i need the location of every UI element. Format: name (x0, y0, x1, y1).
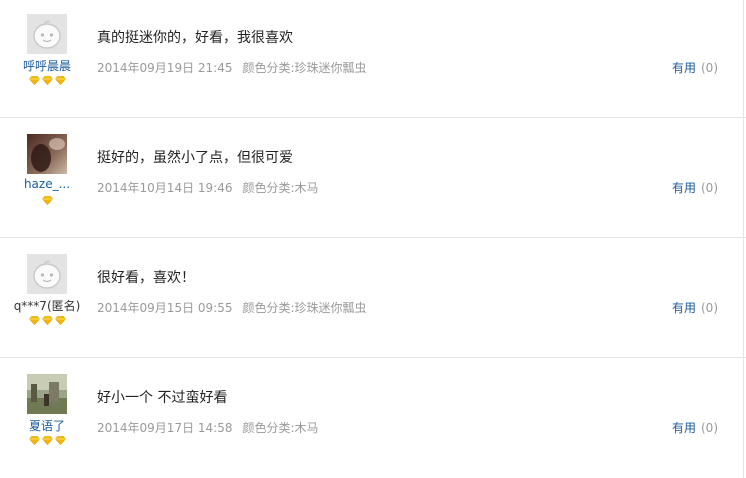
diamond-icon (28, 316, 40, 325)
divider (743, 358, 744, 478)
buyer-rank-badges (0, 196, 94, 208)
review-date: 2014年10月14日 19:46 (97, 181, 233, 195)
buyer-rank-badges (0, 436, 94, 448)
username-link[interactable]: haze_... (0, 177, 94, 191)
buyer-rank-badges (0, 316, 94, 328)
divider (743, 0, 744, 118)
review-text: 很好看，喜欢！ (97, 270, 195, 286)
diamond-icon (28, 76, 40, 85)
diamond-icon (41, 316, 53, 325)
sku-spec: 颜色分类:木马 (242, 181, 319, 195)
review-item: q***7(匿名) 很好看，喜欢！ 2014年09月15日 09:55 颜色分类:珍珠… (0, 238, 746, 358)
diamond-icon (54, 76, 66, 85)
review-text: 真的挺迷你的，好看，我很喜欢 (97, 30, 293, 46)
username-link[interactable]: 夏语了 (0, 417, 94, 434)
diamond-icon (54, 316, 66, 325)
username-link[interactable]: 呼呼晨晨 (0, 57, 94, 74)
review-item: 呼呼晨晨 真的挺迷你的，好看，我很喜欢 2014年09月19日 21:45 颜色分类:… (0, 0, 746, 118)
useful-button[interactable]: 有用 (0) (672, 59, 718, 76)
review-item: haze_... 挺好的，虽然小了点，但很可爱 2014年10月14日 19:46 颜… (0, 118, 746, 238)
useful-count: (0) (701, 421, 718, 435)
review-text: 好小一个 不过蛮好看 (97, 390, 228, 406)
sku-spec: 颜色分类:珍珠迷你瓢虫 (242, 301, 367, 315)
useful-button[interactable]: 有用 (0) (672, 299, 718, 316)
diamond-icon (41, 196, 53, 205)
review-meta: 2014年09月15日 09:55 颜色分类:珍珠迷你瓢虫 (97, 299, 367, 316)
username-link: q***7(匿名) (13, 299, 81, 313)
review-date: 2014年09月19日 21:45 (97, 61, 233, 75)
diamond-icon (41, 436, 53, 445)
divider (743, 238, 744, 358)
review-date: 2014年09月15日 09:55 (97, 301, 233, 315)
review-meta: 2014年09月19日 21:45 颜色分类:珍珠迷你瓢虫 (97, 59, 367, 76)
avatar[interactable] (27, 254, 67, 294)
useful-label[interactable]: 有用 (672, 301, 696, 315)
useful-count: (0) (701, 181, 718, 195)
review-date: 2014年09月17日 14:58 (97, 421, 233, 435)
diamond-icon (54, 436, 66, 445)
review-meta: 2014年09月17日 14:58 颜色分类:木马 (97, 419, 319, 436)
sku-spec: 颜色分类:木马 (242, 421, 319, 435)
diamond-icon (41, 76, 53, 85)
review-item: 夏语了 好小一个 不过蛮好看 2014年09月17日 14:58 颜色分类:木马 有用 (… (0, 358, 746, 478)
useful-count: (0) (701, 61, 718, 75)
useful-button[interactable]: 有用 (0) (672, 419, 718, 436)
avatar[interactable] (27, 14, 67, 54)
sku-spec: 颜色分类:珍珠迷你瓢虫 (242, 61, 367, 75)
useful-label[interactable]: 有用 (672, 61, 696, 75)
review-meta: 2014年10月14日 19:46 颜色分类:木马 (97, 179, 319, 196)
useful-label[interactable]: 有用 (672, 181, 696, 195)
buyer-rank-badges (0, 76, 94, 88)
useful-label[interactable]: 有用 (672, 421, 696, 435)
useful-count: (0) (701, 301, 718, 315)
avatar[interactable] (27, 134, 67, 174)
diamond-icon (28, 436, 40, 445)
useful-button[interactable]: 有用 (0) (672, 179, 718, 196)
divider (743, 118, 744, 238)
avatar[interactable] (27, 374, 67, 414)
review-text: 挺好的，虽然小了点，但很可爱 (97, 150, 293, 166)
